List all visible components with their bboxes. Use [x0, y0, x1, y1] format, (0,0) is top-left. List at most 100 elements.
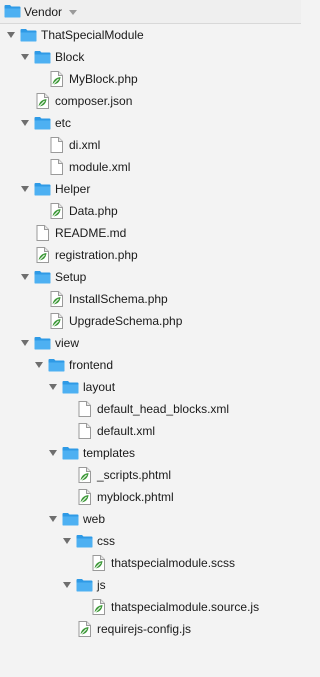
source-file-icon	[78, 489, 94, 505]
folder-icon	[62, 446, 79, 462]
tree-file-registration-php[interactable]: registration.php	[0, 244, 301, 266]
tree-item-label: css	[97, 534, 115, 548]
tree-item-label: InstallSchema.php	[69, 292, 168, 306]
tree-item-label: default.xml	[97, 424, 156, 438]
folder-icon	[34, 336, 51, 352]
tree-item-label: module.xml	[69, 160, 131, 174]
file-icon	[50, 159, 66, 175]
tree-item-label: UpgradeSchema.php	[69, 314, 183, 328]
tree-file-thatspecialmodule-scss[interactable]: thatspecialmodule.scss	[0, 552, 301, 574]
folder-icon	[34, 270, 51, 286]
disclosure-triangle-icon[interactable]	[6, 30, 16, 40]
disclosure-triangle-icon[interactable]	[34, 360, 44, 370]
disclosure-triangle-icon[interactable]	[20, 272, 30, 282]
tree-file-module-xml[interactable]: module.xml	[0, 156, 301, 178]
source-file-icon	[50, 291, 66, 307]
tree-file-scripts-phtml[interactable]: _scripts.phtml	[0, 464, 301, 486]
tree-file-data-php[interactable]: Data.php	[0, 200, 301, 222]
tree-file-installschema-php[interactable]: InstallSchema.php	[0, 288, 301, 310]
tree-file-myblock-php[interactable]: MyBlock.php	[0, 68, 301, 90]
folder-icon	[62, 380, 79, 396]
scope-title[interactable]: Vendor	[24, 5, 62, 19]
tree-file-requirejs-config-js[interactable]: requirejs-config.js	[0, 618, 301, 640]
tree-folder-js[interactable]: js	[0, 574, 301, 596]
source-file-icon	[50, 203, 66, 219]
tree-item-label: README.md	[55, 226, 127, 240]
tree-folder-etc[interactable]: etc	[0, 112, 301, 134]
folder-icon	[34, 116, 51, 132]
tree-item-label: MyBlock.php	[69, 72, 138, 86]
disclosure-triangle-icon[interactable]	[62, 536, 72, 546]
tree-item-label: di.xml	[69, 138, 101, 152]
tree-item-label: Helper	[55, 182, 91, 196]
tree-item-label: Setup	[55, 270, 87, 284]
tree-file-myblock-phtml[interactable]: myblock.phtml	[0, 486, 301, 508]
tree-item-label: default_head_blocks.xml	[97, 402, 230, 416]
source-file-icon	[92, 555, 108, 571]
disclosure-triangle-icon[interactable]	[48, 382, 58, 392]
tree-item-label: view	[55, 336, 80, 350]
disclosure-triangle-icon[interactable]	[20, 52, 30, 62]
source-file-icon	[78, 621, 94, 637]
tree-item-label: Block	[55, 50, 85, 64]
tree-item-label: registration.php	[55, 248, 138, 262]
file-icon	[78, 401, 94, 417]
tree-folder-helper[interactable]: Helper	[0, 178, 301, 200]
tree-file-default-head-blocks-xml[interactable]: default_head_blocks.xml	[0, 398, 301, 420]
disclosure-triangle-icon[interactable]	[62, 580, 72, 590]
folder-icon	[76, 534, 93, 550]
tree-item-label: layout	[83, 380, 116, 394]
tree-file-default-xml[interactable]: default.xml	[0, 420, 301, 442]
source-file-icon	[92, 599, 108, 615]
source-file-icon	[78, 467, 94, 483]
tree-file-upgradeschema-php[interactable]: UpgradeSchema.php	[0, 310, 301, 332]
tree-item-label: ThatSpecialModule	[41, 28, 144, 42]
folder-icon	[4, 4, 21, 18]
source-file-icon	[50, 313, 66, 329]
chevron-down-icon[interactable]	[67, 6, 79, 18]
tree-file-composer-json[interactable]: composer.json	[0, 90, 301, 112]
project-tree: ThatSpecialModule Block MyBlock.php compose…	[0, 24, 301, 640]
tree-folder-css[interactable]: css	[0, 530, 301, 552]
tree-file-thatspecialmodule-source-js[interactable]: thatspecialmodule.source.js	[0, 596, 301, 618]
disclosure-triangle-icon[interactable]	[20, 338, 30, 348]
tree-folder-block[interactable]: Block	[0, 46, 301, 68]
source-file-icon	[36, 93, 52, 109]
tree-item-label: _scripts.phtml	[97, 468, 172, 482]
disclosure-triangle-icon[interactable]	[20, 184, 30, 194]
folder-icon	[48, 358, 65, 374]
folder-icon	[62, 512, 79, 528]
tree-folder-layout[interactable]: layout	[0, 376, 301, 398]
tree-folder-templates[interactable]: templates	[0, 442, 301, 464]
tree-item-label: thatspecialmodule.scss	[111, 556, 236, 570]
folder-icon	[34, 50, 51, 66]
disclosure-triangle-icon[interactable]	[20, 118, 30, 128]
tree-item-label: etc	[55, 116, 72, 130]
tree-item-label: requirejs-config.js	[97, 622, 192, 636]
tree-item-label: web	[83, 512, 106, 526]
tree-item-label: Data.php	[69, 204, 118, 218]
source-file-icon	[36, 247, 52, 263]
disclosure-triangle-icon[interactable]	[48, 514, 58, 524]
tree-item-label: thatspecialmodule.source.js	[111, 600, 260, 614]
tree-folder-web[interactable]: web	[0, 508, 301, 530]
folder-icon	[20, 28, 37, 44]
disclosure-triangle-icon[interactable]	[48, 448, 58, 458]
tree-item-label: js	[97, 578, 106, 592]
tree-folder-setup[interactable]: Setup	[0, 266, 301, 288]
tree-item-label: templates	[83, 446, 136, 460]
tree-folder-thatspecialmodule[interactable]: ThatSpecialModule	[0, 24, 301, 46]
tree-item-label: composer.json	[55, 94, 133, 108]
tree-folder-view[interactable]: view	[0, 332, 301, 354]
tree-folder-frontend[interactable]: frontend	[0, 354, 301, 376]
tree-item-label: myblock.phtml	[97, 490, 174, 504]
tree-file-readme-md[interactable]: README.md	[0, 222, 301, 244]
file-icon	[50, 137, 66, 153]
file-icon	[36, 225, 52, 241]
file-icon	[78, 423, 94, 439]
tree-item-label: frontend	[69, 358, 114, 372]
folder-icon	[34, 182, 51, 198]
tree-file-di-xml[interactable]: di.xml	[0, 134, 301, 156]
folder-icon	[76, 578, 93, 594]
source-file-icon	[50, 71, 66, 87]
